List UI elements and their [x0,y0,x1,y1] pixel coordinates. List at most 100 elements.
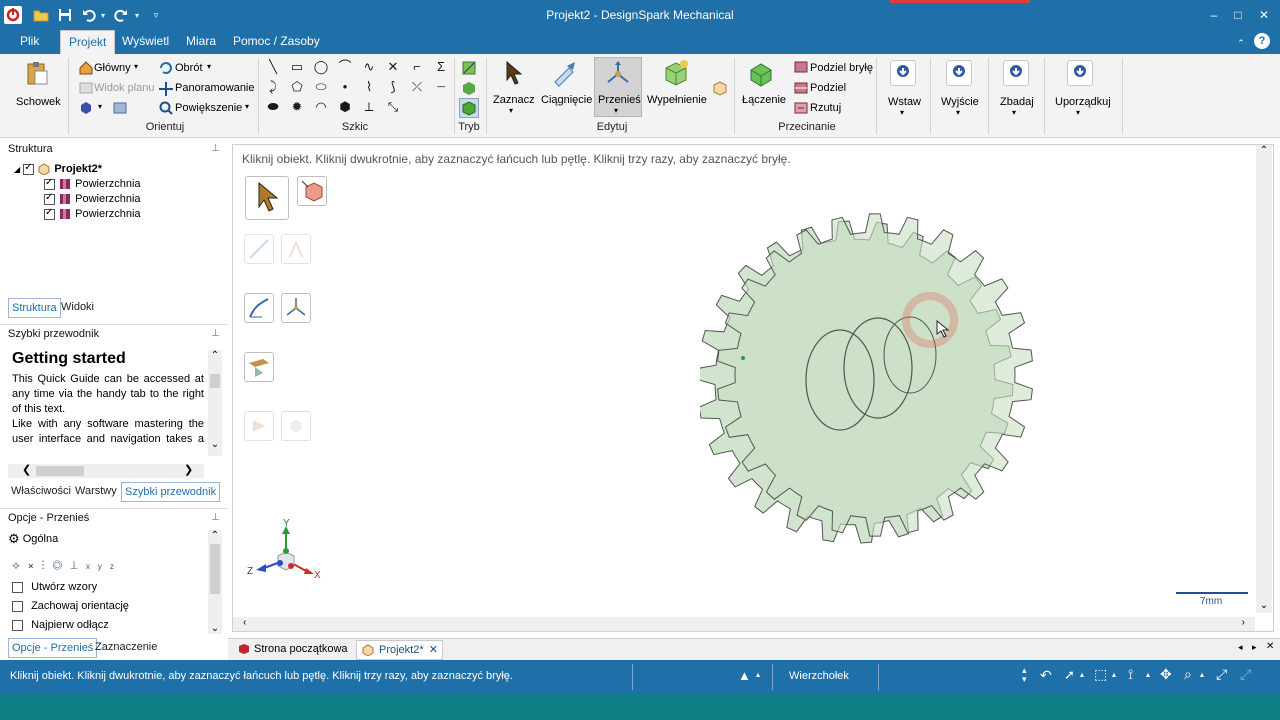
polygon-sketch-icon[interactable]: ⬠ [288,78,306,96]
line-sketch-icon[interactable]: ╲ [264,58,282,76]
canvas-horizontal-scrollbar[interactable]: ‹ › [233,617,1255,631]
tab-pomoc[interactable]: Pomoc / Zasoby [225,30,328,54]
chevron-down-icon[interactable]: ▾ [614,106,618,115]
tab-zaznaczenie[interactable]: Zaznaczenie [92,638,160,658]
extend-sketch-icon[interactable]: ⤡ [384,98,402,116]
chevron-down-icon[interactable]: ▾ [1076,108,1080,117]
tab-wyswietl[interactable]: Wyświetl [114,30,177,54]
pin-icon[interactable]: ⊥ [211,140,220,158]
orient-icon[interactable]: ⟟ [1128,666,1133,683]
combine-icon[interactable] [748,60,778,88]
pattern-option-icon[interactable]: ⫶ [42,558,53,572]
chevron-down-icon[interactable]: ▾ [207,62,211,71]
anchor-option-icon[interactable]: ⟡ [12,558,28,572]
tab-projekt[interactable]: Projekt [60,30,116,54]
laczenie-button[interactable]: Łączenie [742,94,786,106]
3d-mode-icon[interactable] [459,98,479,118]
move-direction-icon[interactable] [244,293,274,323]
panoramowanie-button[interactable]: Panoramowanie [175,82,255,94]
scroll-thumb[interactable] [210,544,220,594]
dimension-option-icon[interactable]: ⊥ [70,558,86,572]
scroll-thumb[interactable] [210,374,220,388]
tab-miara[interactable]: Miara [178,30,224,54]
tab-plik[interactable]: Plik [12,30,47,54]
canvas-vertical-scrollbar[interactable]: ⌃ ⌄ [1256,145,1272,613]
scroll-right-icon[interactable]: › [1242,617,1245,628]
chevron-down-icon[interactable]: ▾ [245,102,249,111]
dashed-line-sketch-icon[interactable]: ┈ [432,78,450,96]
home-view-icon[interactable] [78,60,94,76]
box-select-icon[interactable]: ⬚ [1094,666,1107,683]
tree-item[interactable]: Powierzchnia [44,207,141,220]
view-cube-icon[interactable] [78,100,94,116]
detach-first-checkbox[interactable] [12,619,23,631]
tab-scroll-right-icon[interactable]: ▸ [1252,642,1257,653]
selection-filter-dropdown[interactable]: Wierzchołek [789,670,849,682]
ruler-option-icon[interactable]: ⨯ [28,558,42,572]
chevron-up-icon[interactable]: ▴ [1200,670,1204,679]
split-line-sketch-icon[interactable]: ⤫ [408,78,426,96]
ellipse-sketch-icon[interactable]: ⬭ [312,78,330,96]
tangent-arc-sketch-icon[interactable]: ⌒ [336,58,354,76]
arc-sketch-icon[interactable]: ⤸ [264,78,282,96]
trim-sketch-icon[interactable]: ✕ [384,58,402,76]
project-icon[interactable] [794,101,808,115]
chevron-up-icon[interactable]: ▴ [1112,670,1116,679]
circle-sketch-icon[interactable]: ◯ [312,58,330,76]
shell-icon[interactable] [712,80,728,96]
tab-widoki[interactable]: Widoki [58,298,97,318]
xyz-option-icon[interactable]: xyz [86,562,122,571]
fill-icon[interactable] [662,58,690,88]
scroll-up-icon[interactable]: ⌃ [208,530,222,541]
gear-sketch-icon[interactable]: ✹ [288,98,306,116]
gear-model[interactable] [700,170,1060,570]
zbadaj-button[interactable]: Zbadaj [1000,96,1034,108]
paste-icon[interactable] [24,60,50,86]
scroll-right-icon[interactable]: ❯ [184,463,193,476]
rectangle-sketch-icon[interactable]: ▭ [288,58,306,76]
glowny-button[interactable]: Główny [94,62,131,74]
close-tab-icon[interactable]: ✕ [429,644,438,656]
tab-warstwy[interactable]: Warstwy [72,482,120,502]
fill-tool-sketch-icon[interactable]: ⬢ [336,98,354,116]
project-sketch-icon[interactable]: ⌐ [408,58,426,76]
origin-point[interactable] [741,356,745,360]
scroll-down-icon[interactable]: ⌄ [1256,600,1272,611]
chevron-down-icon[interactable]: ▾ [956,108,960,117]
wypelnienie-button[interactable]: Wypełnienie [647,94,707,106]
minimize-button[interactable]: – [1202,6,1226,24]
guide-vertical-scrollbar[interactable]: ⌃ ⌄ [208,350,222,456]
tab-projekt2[interactable]: Projekt2* ✕ [356,640,443,660]
display-style-icon[interactable] [112,100,128,116]
podziel-bryle-button[interactable]: Podziel bryłę [810,62,873,74]
scroll-left-icon[interactable]: ❮ [22,463,31,476]
scroll-down-icon[interactable]: ⌄ [208,439,222,450]
select-tool-button[interactable] [245,176,289,220]
slot-sketch-icon[interactable]: ⬬ [264,98,282,116]
scroll-thumb[interactable] [36,466,84,476]
visibility-checkbox[interactable] [44,177,55,190]
inspect-icon[interactable] [1003,60,1029,86]
create-patterns-checkbox[interactable] [12,581,23,593]
chevron-down-icon[interactable]: ▾ [98,102,102,111]
ciagniecie-button[interactable]: Ciągnięcie [541,94,592,106]
up-arrow-icon[interactable]: ▲ [738,668,751,683]
tab-opcje-przenies[interactable]: Opcje - Przenieś [8,638,98,658]
ruler-dimension-icon[interactable] [244,352,274,382]
chevron-up-icon[interactable]: ▴ [756,670,760,679]
select-cursor-icon[interactable] [500,60,526,88]
chevron-up-icon[interactable]: ▴ [1146,670,1150,679]
point-sketch-icon[interactable]: • [336,78,354,96]
podziel-button[interactable]: Podziel [810,82,846,94]
tree-item[interactable]: Powierzchnia [44,177,141,190]
tab-szybki-przewodnik[interactable]: Szybki przewodnik [121,482,221,502]
tab-close-all-icon[interactable]: ✕ [1266,641,1274,652]
option-row[interactable]: Najpierw odłącz [12,619,109,631]
zoom-icon[interactable]: ⌕ [1184,666,1192,683]
output-icon[interactable] [946,60,972,86]
bend-sketch-icon[interactable]: ⟆ [384,78,402,96]
przenies-button[interactable]: Przenieś [598,94,641,106]
scroll-up-icon[interactable]: ⌃ [1256,145,1272,156]
scroll-up-icon[interactable]: ⌃ [208,350,222,361]
maximize-button[interactable]: □ [1226,6,1250,24]
